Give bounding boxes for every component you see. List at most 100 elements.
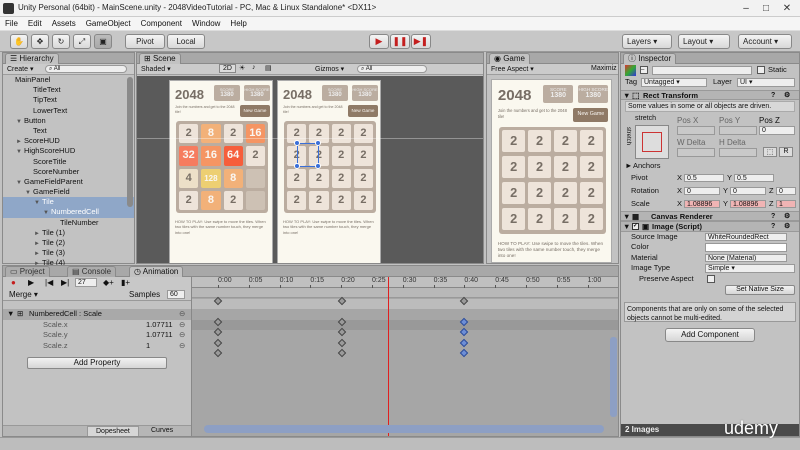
record-icon[interactable]: ● (11, 278, 16, 287)
dopesheet[interactable]: 0:00 0:05 0:10 0:15 0:20 0:25 0:30 0:35 0:40 0:45… (191, 277, 618, 436)
hierarchy-item[interactable]: MainPanel (3, 75, 134, 85)
active-checkbox[interactable]: – (640, 66, 648, 74)
source-image-field[interactable]: WhiteRoundedRect (705, 232, 787, 241)
help-icon[interactable]: ? (771, 212, 775, 222)
gizmos-dropdown[interactable]: Gizmos ▾ (315, 65, 344, 73)
tab-game[interactable]: ◉ Game (489, 53, 530, 64)
hierarchy-item[interactable]: TileNumber (3, 218, 134, 228)
keyframe-menu-icon[interactable]: ⊖ (179, 309, 185, 319)
keyframe-diamond[interactable] (459, 348, 469, 358)
name-field[interactable] (652, 66, 752, 75)
keyframe-menu-icon[interactable]: ⊖ (179, 320, 185, 330)
hand-tool-icon[interactable]: ✋ (10, 34, 28, 49)
tree-arrow-icon[interactable]: ► (34, 239, 42, 248)
selection-handle[interactable] (315, 163, 321, 169)
hierarchy-item[interactable]: ▼ HighScoreHUD (3, 146, 134, 156)
clip-dropdown[interactable]: Merge ▾ (9, 290, 38, 299)
tree-arrow-icon[interactable]: ▼ (34, 198, 42, 207)
shading-dropdown[interactable]: Shaded ▾ (141, 65, 171, 73)
tab-hierarchy[interactable]: ☰ Hierarchy (5, 53, 59, 64)
rot-x-field[interactable]: 0 (684, 186, 720, 195)
hierarchy-item[interactable]: ► Tile (2) (3, 238, 134, 248)
keyframe-diamond[interactable] (459, 338, 469, 348)
hierarchy-search-input[interactable]: ⌕ All (45, 65, 127, 73)
pause-icon[interactable]: ❚❚ (390, 34, 410, 49)
next-keyframe-icon[interactable]: ▶| (61, 278, 69, 287)
rot-z-field[interactable]: 0 (776, 186, 796, 195)
hierarchy-item[interactable]: ▼ Tile (3, 197, 134, 208)
layout-dropdown[interactable]: Layout ▾ (678, 34, 730, 49)
fold-arrow-icon[interactable]: ▼ (623, 222, 630, 232)
tab-animation[interactable]: ◷ Animation (129, 266, 184, 277)
property-value[interactable]: 1.07711 (146, 320, 173, 330)
property-value[interactable]: 1 (146, 341, 150, 351)
rotate-tool-icon[interactable]: ↻ (52, 34, 70, 49)
effects-icon[interactable]: ▤ (265, 64, 272, 72)
2d-toggle[interactable]: 2D (219, 64, 236, 73)
keyframe-diamond[interactable] (337, 348, 347, 358)
tree-arrow-icon[interactable]: ▼ (16, 147, 24, 156)
add-event-icon[interactable]: ▮+ (121, 278, 130, 287)
static-checkbox[interactable] (757, 66, 765, 74)
play-animation-icon[interactable]: ▶ (28, 278, 34, 287)
prev-keyframe-icon[interactable]: |◀ (45, 278, 53, 287)
hierarchy-item[interactable]: LowerText (3, 106, 134, 116)
set-native-size-button[interactable]: Set Native Size (725, 285, 795, 295)
maximize-button[interactable]: □ (757, 2, 775, 15)
image-type-dropdown[interactable]: Simple ▾ (705, 264, 795, 273)
pos-z-field[interactable]: 0 (759, 126, 795, 135)
settings-gear-icon[interactable]: ⚙ (784, 91, 790, 101)
pivot-y-field[interactable]: 0.5 (734, 173, 774, 182)
new-game-button[interactable]: New Game (348, 105, 378, 117)
add-component-button[interactable]: Add Component (665, 328, 755, 342)
selection-handle[interactable] (294, 163, 300, 169)
layer-dropdown[interactable]: UI ▾ (737, 78, 795, 87)
timeline-vscrollbar[interactable] (610, 337, 617, 417)
tree-arrow-icon[interactable]: ► (34, 249, 42, 258)
keyframe-diamond[interactable] (213, 296, 223, 306)
keyframe-diamond[interactable] (337, 338, 347, 348)
add-property-button[interactable]: Add Property (27, 357, 167, 369)
anchors-arrow-icon[interactable]: ► (625, 161, 632, 171)
help-icon[interactable]: ? (771, 222, 775, 232)
property-fold-icon[interactable]: ▼ (7, 309, 14, 319)
dopesheet-tab[interactable]: Dopesheet (87, 426, 139, 436)
pivot-toggle[interactable]: Pivot (125, 34, 165, 49)
keyframe-diamond[interactable] (213, 317, 223, 327)
anchor-presets-button[interactable] (635, 125, 669, 159)
tree-arrow-icon[interactable]: ▼ (43, 208, 51, 217)
samples-field[interactable]: 60 (167, 290, 185, 299)
hierarchy-scrollbar[interactable] (127, 77, 133, 207)
keyframe-menu-icon[interactable]: ⊖ (179, 330, 185, 340)
help-icon[interactable]: ? (771, 91, 775, 101)
raw-edit-button[interactable]: R (779, 147, 793, 157)
scene-viewport[interactable]: 2048 SCORE 1380 HIGH SCORE 1380 Join the numb… (137, 76, 483, 263)
keyframe-diamond[interactable] (337, 296, 347, 306)
keyframe-diamond[interactable] (213, 327, 223, 337)
account-dropdown[interactable]: Account ▾ (738, 34, 792, 49)
lighting-icon[interactable]: ☀ (239, 64, 245, 72)
rect-tool-icon[interactable]: ▣ (94, 34, 112, 49)
color-field[interactable] (705, 243, 787, 252)
keyframe-diamond[interactable] (213, 348, 223, 358)
fold-arrow-icon[interactable]: ▼ (623, 212, 630, 222)
material-field[interactable]: None (Material) (705, 253, 787, 262)
add-keyframe-icon[interactable]: ◆+ (103, 278, 114, 287)
tree-arrow-icon[interactable]: ► (34, 229, 42, 238)
selection-handle[interactable] (294, 140, 300, 146)
scale-y-field[interactable]: 1.08896 (730, 199, 766, 208)
tab-inspector[interactable]: ⓘ Inspector (623, 53, 677, 64)
selection-handle[interactable] (315, 140, 321, 146)
timeline-scrollbar[interactable] (204, 425, 604, 433)
menu-assets[interactable]: Assets (47, 17, 81, 28)
hierarchy-item[interactable]: ► ScoreHUD (3, 136, 134, 146)
keyframe-diamond[interactable] (459, 317, 469, 327)
play-icon[interactable]: ▶ (369, 34, 389, 49)
blueprint-mode-icon[interactable]: ⬚ (763, 147, 777, 157)
local-toggle[interactable]: Local (167, 34, 205, 49)
menu-edit[interactable]: Edit (23, 17, 47, 28)
tab-project[interactable]: ▭ Project (5, 266, 50, 277)
settings-gear-icon[interactable]: ⚙ (784, 222, 790, 232)
frame-field[interactable]: 27 (75, 278, 97, 287)
keyframe-diamond[interactable] (213, 338, 223, 348)
